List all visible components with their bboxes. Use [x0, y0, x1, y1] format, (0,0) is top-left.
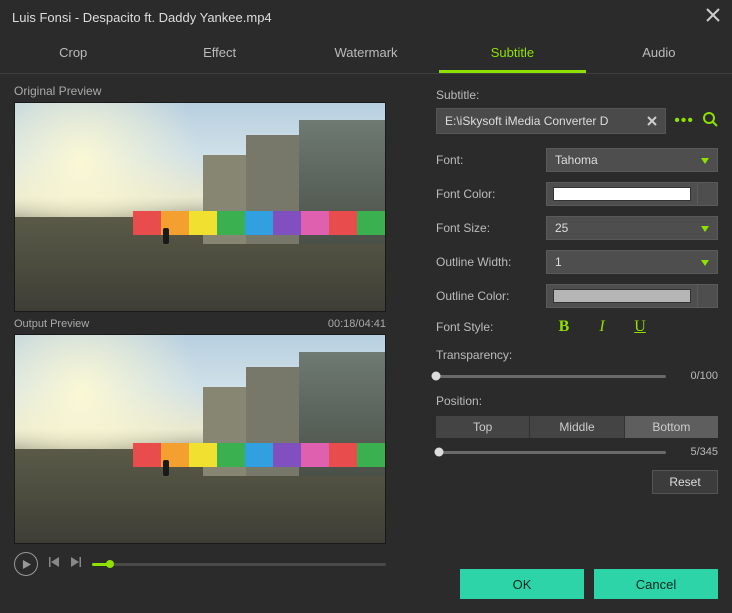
subtitle-path-input[interactable]: E:\iSkysoft iMedia Converter D — [436, 108, 666, 134]
prev-frame-button[interactable] — [48, 555, 60, 573]
clear-path-button[interactable] — [643, 112, 661, 130]
outline-width-label: Outline Width: — [436, 255, 546, 269]
font-color-select[interactable] — [546, 182, 718, 206]
play-button[interactable] — [14, 552, 38, 576]
transparency-value: 0/100 — [676, 370, 718, 382]
time-display: 00:18/04:41 — [328, 318, 386, 330]
outline-width-select[interactable]: 1 — [546, 250, 718, 274]
close-button[interactable] — [706, 8, 720, 27]
position-segment: Top Middle Bottom — [436, 416, 718, 438]
tab-crop[interactable]: Crop — [0, 35, 146, 73]
chevron-down-icon — [701, 255, 709, 269]
position-bottom[interactable]: Bottom — [624, 416, 718, 438]
position-label: Position: — [436, 394, 718, 408]
font-color-label: Font Color: — [436, 187, 546, 201]
next-frame-button[interactable] — [70, 555, 82, 573]
font-size-select[interactable]: 25 — [546, 216, 718, 240]
chevron-down-icon — [701, 153, 709, 167]
tab-bar: Crop Effect Watermark Subtitle Audio — [0, 35, 732, 74]
tab-subtitle[interactable]: Subtitle — [439, 35, 585, 73]
position-top[interactable]: Top — [436, 416, 529, 438]
position-middle[interactable]: Middle — [529, 416, 623, 438]
original-preview — [14, 102, 386, 312]
font-size-label: Font Size: — [436, 221, 546, 235]
subtitle-label: Subtitle: — [436, 88, 718, 102]
transparency-label: Transparency: — [436, 348, 718, 362]
font-label: Font: — [436, 153, 546, 167]
tab-watermark[interactable]: Watermark — [293, 35, 439, 73]
font-color-swatch — [553, 187, 691, 201]
font-select[interactable]: Tahoma — [546, 148, 718, 172]
outline-color-select[interactable] — [546, 284, 718, 308]
search-subtitle-button[interactable] — [702, 111, 718, 132]
tab-audio[interactable]: Audio — [586, 35, 732, 73]
tab-effect[interactable]: Effect — [146, 35, 292, 73]
outline-color-label: Outline Color: — [436, 289, 546, 303]
transparency-slider[interactable] — [436, 375, 666, 378]
playback-timeline[interactable] — [92, 563, 386, 566]
window-title: Luis Fonsi - Despacito ft. Daddy Yankee.… — [12, 10, 272, 25]
position-value: 5/345 — [676, 446, 718, 458]
browse-button[interactable]: ••• — [674, 112, 694, 130]
position-slider[interactable] — [436, 451, 666, 454]
underline-button[interactable]: U — [632, 318, 648, 336]
reset-button[interactable]: Reset — [652, 470, 718, 494]
bold-button[interactable]: B — [556, 318, 572, 336]
cancel-button[interactable]: Cancel — [594, 569, 718, 599]
chevron-down-icon — [701, 221, 709, 235]
outline-color-swatch — [553, 289, 691, 303]
original-preview-label: Original Preview — [14, 84, 416, 98]
italic-button[interactable]: I — [594, 318, 610, 336]
ok-button[interactable]: OK — [460, 569, 584, 599]
output-preview-label: Output Preview — [14, 318, 89, 330]
output-preview — [14, 334, 386, 544]
font-style-label: Font Style: — [436, 320, 546, 334]
